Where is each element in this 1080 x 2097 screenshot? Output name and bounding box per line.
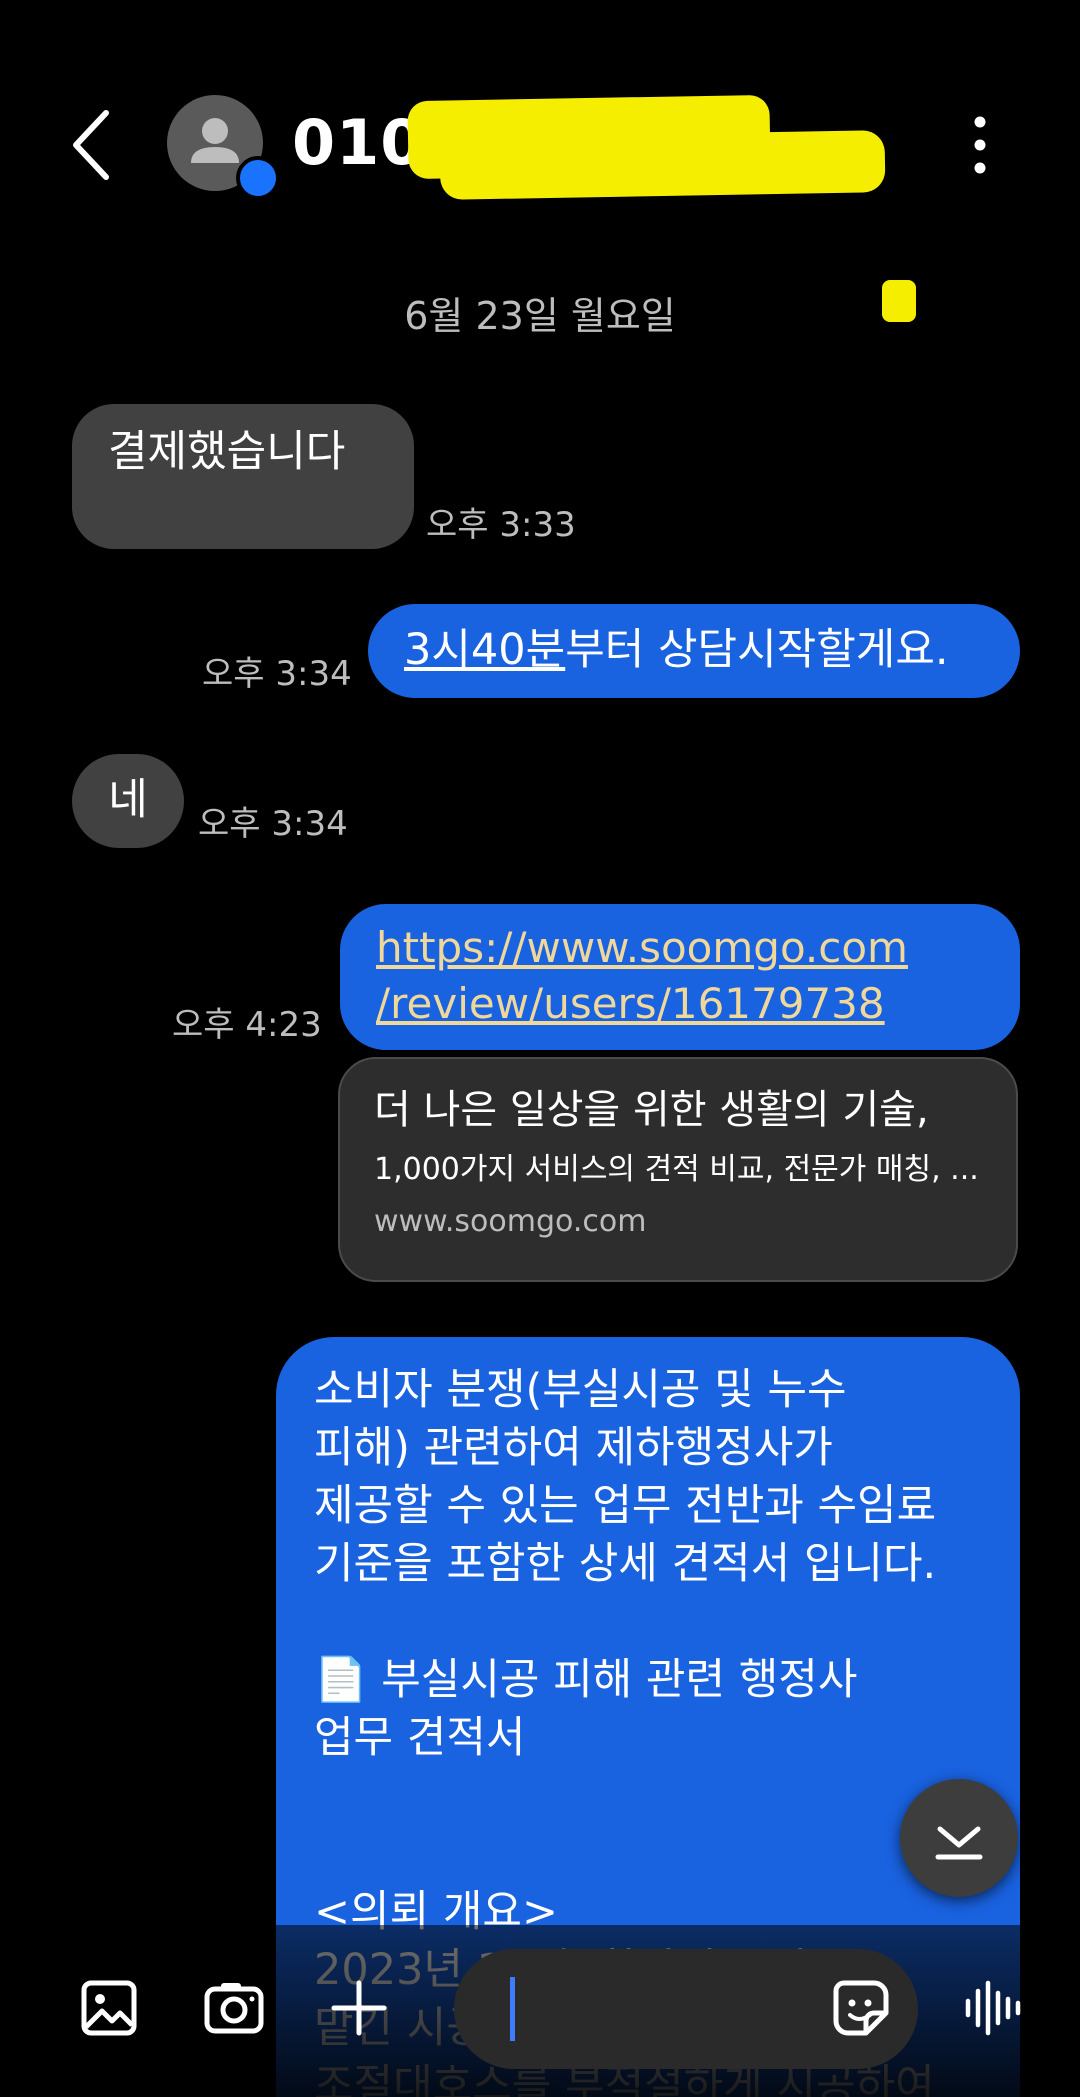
camera-button[interactable] bbox=[199, 1973, 269, 2043]
plus-icon bbox=[331, 1980, 387, 2036]
camera-icon bbox=[204, 1983, 264, 2034]
message-bubble-incoming[interactable]: 네 bbox=[72, 754, 184, 848]
chevron-left-icon bbox=[73, 110, 109, 180]
message-time: 오후 3:34 bbox=[198, 804, 348, 844]
message-text: 네 bbox=[108, 775, 148, 825]
scroll-to-bottom-button[interactable] bbox=[900, 1779, 1018, 1897]
preview-title: 더 나은 일상을 위한 생활의 기술, bbox=[374, 1087, 929, 1133]
message-time: 오후 3:33 bbox=[426, 505, 576, 545]
time-link[interactable]: 3시40분 bbox=[404, 625, 565, 675]
gallery-icon bbox=[81, 1980, 137, 2036]
sticker-icon bbox=[833, 1980, 889, 2036]
url-link[interactable]: /review/users/16179738 bbox=[376, 976, 984, 1032]
attach-button[interactable] bbox=[324, 1973, 394, 2043]
message-input[interactable] bbox=[540, 1975, 794, 2043]
link-preview-card[interactable]: 더 나은 일상을 위한 생활의 기술, 1,000가지 서비스의 견적 비교, … bbox=[338, 1057, 1018, 1282]
chevron-down-icon bbox=[935, 1826, 983, 1860]
more-vertical-icon bbox=[974, 116, 986, 174]
preview-description: 1,000가지 서비스의 견적 비교, 전문가 매칭, ... bbox=[374, 1152, 979, 1187]
message-text: 결제했습니다 bbox=[108, 427, 346, 477]
preview-domain: www.soomgo.com bbox=[374, 1204, 647, 1239]
message-bubble-outgoing[interactable]: https://www.soomgo.com /review/users/161… bbox=[340, 904, 1020, 1050]
voice-button[interactable] bbox=[962, 1973, 1022, 2043]
message-time: 오후 3:34 bbox=[202, 654, 352, 694]
voice-icon bbox=[965, 1980, 1021, 2036]
text-cursor bbox=[510, 1977, 515, 2041]
url-link[interactable]: https://www.soomgo.com bbox=[376, 920, 984, 976]
message-bubble-incoming[interactable]: 결제했습니다 bbox=[72, 404, 414, 549]
sticker-button[interactable] bbox=[826, 1973, 896, 2043]
message-bubble-outgoing[interactable]: 3시40분부터 상담시작할게요. bbox=[368, 604, 1020, 698]
redaction-mark bbox=[439, 130, 886, 200]
gallery-button[interactable] bbox=[74, 1973, 144, 2043]
message-time: 오후 4:23 bbox=[172, 1005, 322, 1045]
back-button[interactable] bbox=[60, 105, 120, 185]
messenger-badge-icon bbox=[236, 156, 280, 200]
date-separator: 6월 23일 월요일 bbox=[404, 294, 676, 338]
message-text: 부터 상담시작할게요. bbox=[565, 625, 949, 675]
more-options-button[interactable] bbox=[960, 110, 1000, 180]
